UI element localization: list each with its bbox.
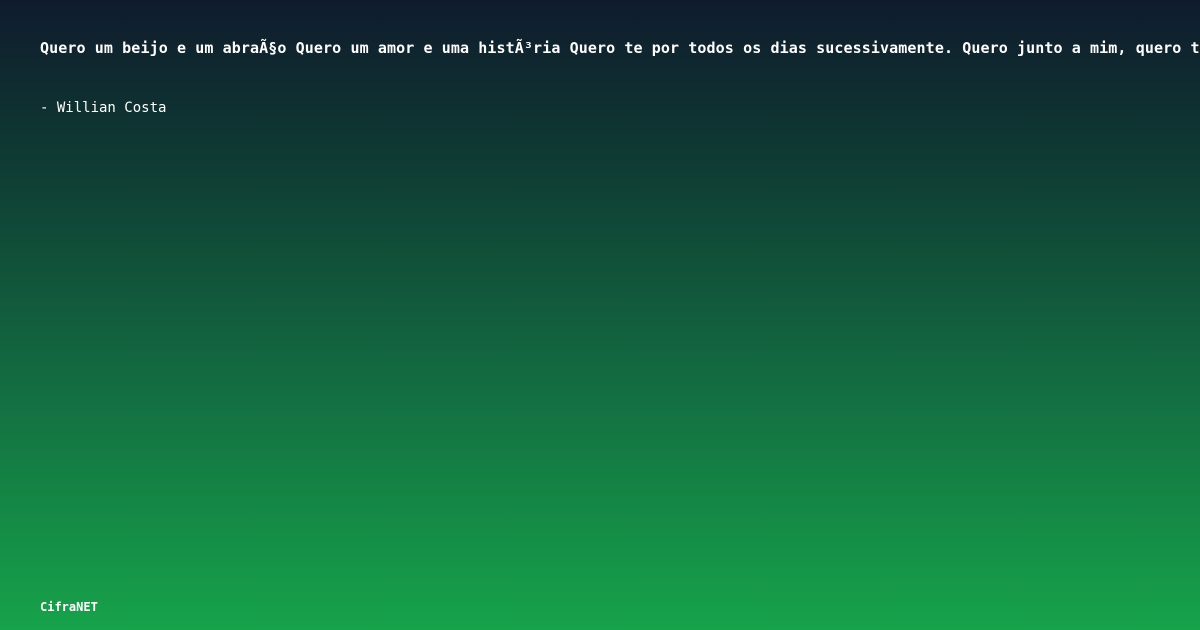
- quote-text: Quero um beijo e um abraÃ§o Quero um amo…: [40, 39, 1200, 57]
- quote-author: - Willian Costa: [40, 100, 167, 116]
- brand-logo-text: CifraNET: [40, 600, 98, 614]
